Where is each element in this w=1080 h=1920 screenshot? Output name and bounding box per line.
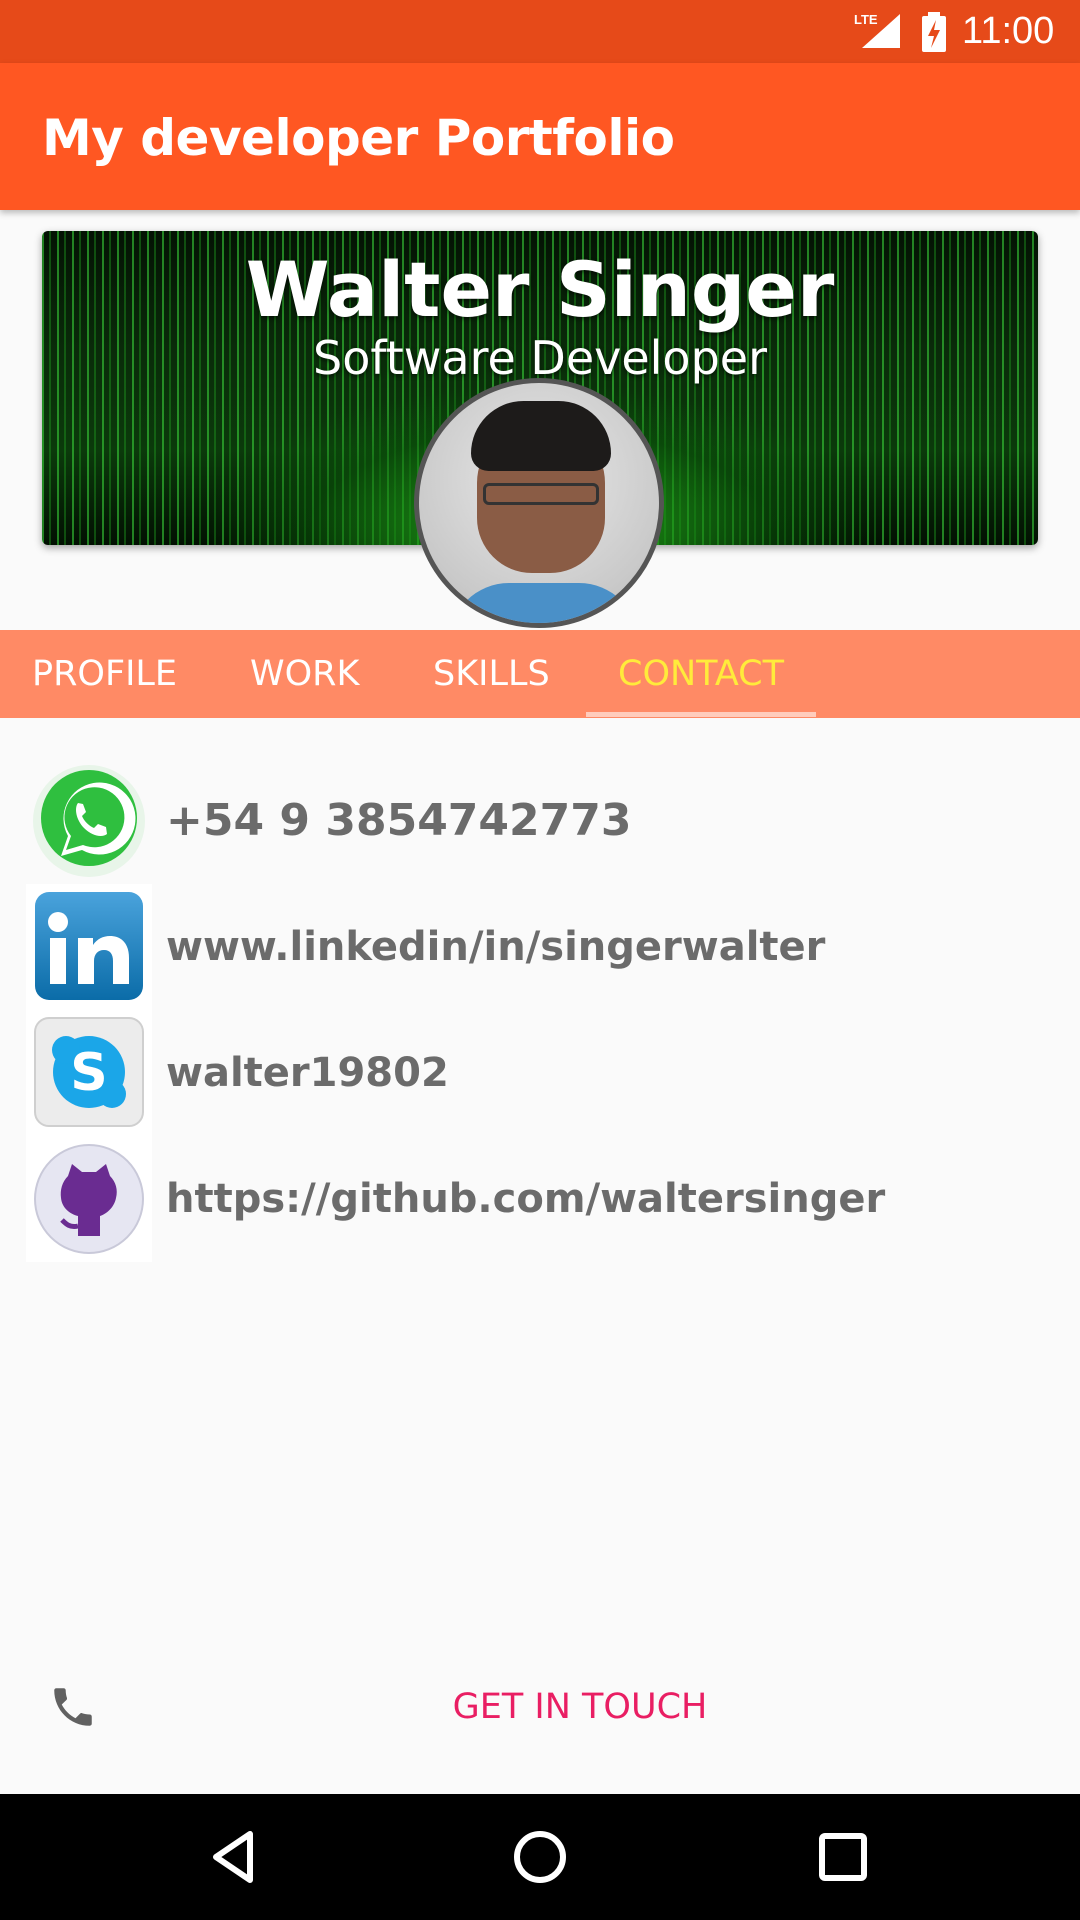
navigation-bar bbox=[0, 1794, 1080, 1920]
app-title: My developer Portfolio bbox=[42, 109, 675, 167]
skype-handle: walter19802 bbox=[166, 1050, 449, 1096]
tab-contact[interactable]: CONTACT bbox=[618, 630, 784, 718]
recents-icon[interactable] bbox=[808, 1822, 878, 1892]
contact-skype[interactable]: S walter19802 bbox=[26, 1010, 1026, 1136]
tab-bar: PROFILE WORK SKILLS CONTACT bbox=[0, 630, 1080, 718]
contact-linkedin[interactable]: www.linkedin/in/singerwalter bbox=[26, 884, 1026, 1010]
profile-name: Walter Singer bbox=[245, 245, 835, 334]
github-icon bbox=[26, 1136, 152, 1262]
back-icon[interactable] bbox=[202, 1822, 272, 1892]
contact-whatsapp[interactable]: +54 9 3854742773 bbox=[26, 758, 1026, 884]
github-url: https://github.com/waltersinger bbox=[166, 1176, 886, 1222]
tab-skills[interactable]: SKILLS bbox=[433, 630, 550, 718]
phone-number: +54 9 3854742773 bbox=[166, 795, 632, 846]
svg-text:S: S bbox=[70, 1043, 107, 1103]
skype-icon: S bbox=[26, 1010, 152, 1136]
home-icon[interactable] bbox=[505, 1822, 575, 1892]
profile-role: Software Developer bbox=[313, 331, 767, 385]
status-bar: LTE 11:00 bbox=[0, 0, 1080, 63]
app-bar: My developer Portfolio bbox=[0, 63, 1080, 210]
tab-indicator bbox=[586, 712, 816, 717]
avatar bbox=[414, 378, 664, 628]
phone-icon[interactable] bbox=[48, 1682, 98, 1732]
linkedin-url: www.linkedin/in/singerwalter bbox=[166, 924, 826, 970]
battery-charging-icon bbox=[922, 12, 946, 52]
whatsapp-icon bbox=[26, 758, 152, 884]
clock: 11:00 bbox=[962, 10, 1055, 52]
tab-profile[interactable]: PROFILE bbox=[32, 630, 177, 718]
get-in-touch-button[interactable]: GET IN TOUCH bbox=[420, 1682, 740, 1732]
tab-work[interactable]: WORK bbox=[250, 630, 359, 718]
svg-text:LTE: LTE bbox=[854, 12, 878, 27]
contact-github[interactable]: https://github.com/waltersinger bbox=[26, 1136, 1026, 1262]
linkedin-icon bbox=[26, 884, 152, 1010]
lte-signal-icon: LTE bbox=[854, 12, 900, 48]
